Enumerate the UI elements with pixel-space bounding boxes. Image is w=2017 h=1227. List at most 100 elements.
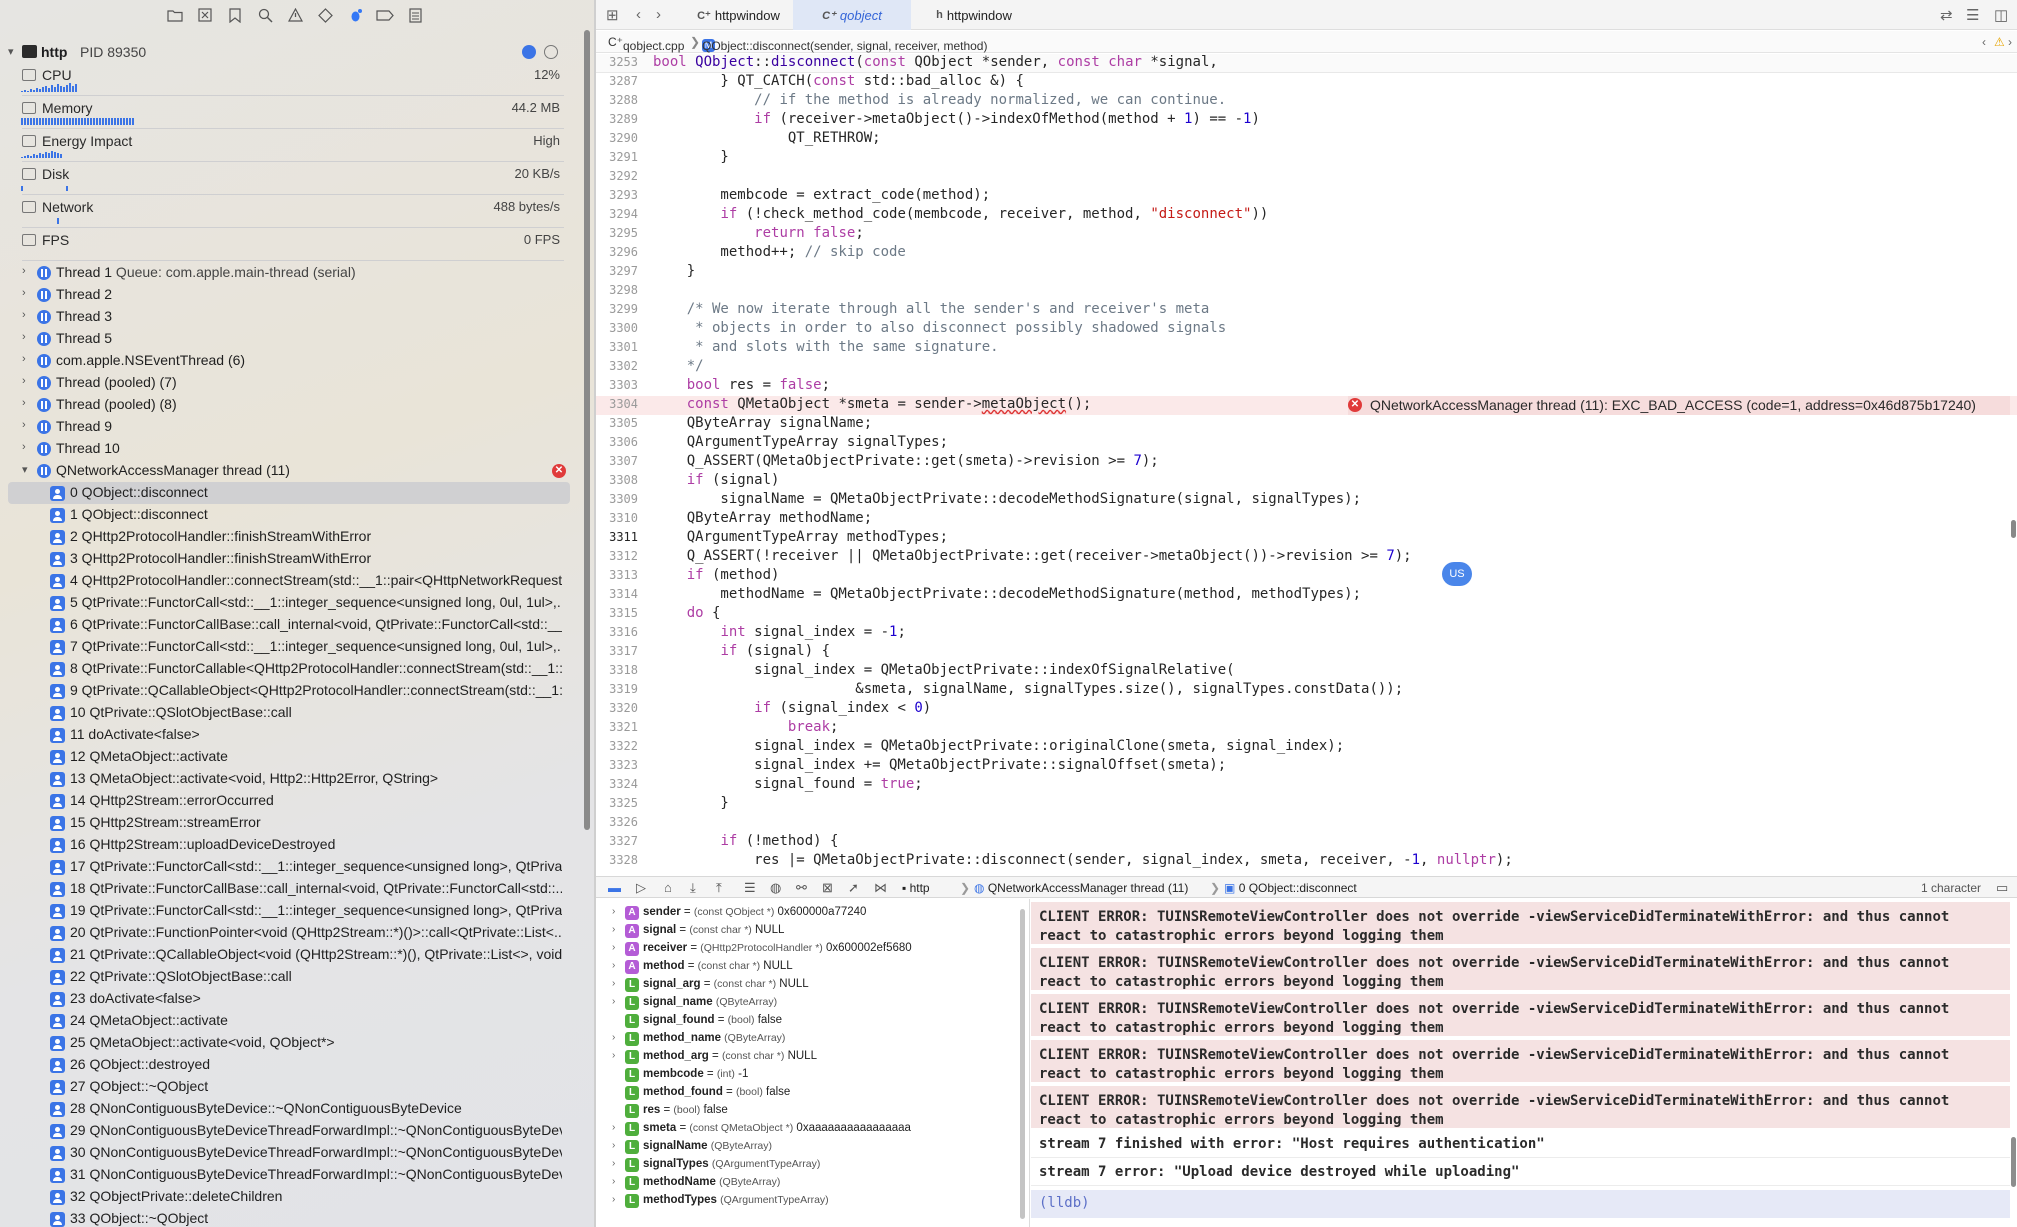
info-icon[interactable] xyxy=(522,45,536,59)
code-line[interactable]: 3315 do { xyxy=(596,605,2017,624)
code-line[interactable]: 3296 method++; // skip code xyxy=(596,244,2017,263)
stack-frame[interactable]: 33 QObject::~QObject xyxy=(0,1208,594,1227)
debug-thread-crumb[interactable]: ◍ QNetworkAccessManager thread (11) xyxy=(974,881,1188,895)
warning-icon[interactable]: ⚠ xyxy=(1994,35,2005,49)
stack-frame[interactable]: 2 QHttp2ProtocolHandler::finishStreamWit… xyxy=(0,526,594,548)
chevron-right-icon[interactable]: › xyxy=(22,265,26,277)
chevron-right-icon[interactable]: › xyxy=(22,375,26,387)
code-line[interactable]: 3328 res |= QMetaObjectPrivate::disconne… xyxy=(596,852,2017,871)
variable-row[interactable]: Lmembcode = (int) -1 xyxy=(596,1066,1030,1084)
stack-frame[interactable]: 8 QtPrivate::FunctorCallable<QHttp2Proto… xyxy=(0,658,594,680)
stack-frame[interactable]: 7 QtPrivate::FunctorCall<std::__1::integ… xyxy=(0,636,594,658)
chevron-right-icon[interactable]: › xyxy=(22,441,26,453)
stack-frame[interactable]: 20 QtPrivate::FunctionPointer<void (QHtt… xyxy=(0,922,594,944)
instruments-icon[interactable]: ⋈ xyxy=(874,880,887,896)
stack-frame[interactable]: 31 QNonContiguousByteDeviceThreadForward… xyxy=(0,1164,594,1186)
code-line[interactable]: 3307 Q_ASSERT(QMetaObjectPrivate::get(sm… xyxy=(596,453,2017,472)
tab-httpwindow-cpp[interactable]: C⁺ httpwindow xyxy=(686,0,791,30)
chevron-right-icon[interactable]: › xyxy=(612,924,615,935)
navigator-scrollbar[interactable] xyxy=(584,30,590,830)
console-scrollbar[interactable] xyxy=(2011,1137,2016,1187)
thread-row[interactable]: ▾ QNetworkAccessManager thread (11) ✕ xyxy=(0,460,594,482)
issue-icon[interactable] xyxy=(286,6,304,24)
jump-file[interactable]: C⁺ qobject.cpp xyxy=(608,35,684,53)
thread-row[interactable]: › Thread 1 Queue: com.apple.main-thread (… xyxy=(0,262,594,284)
code-area[interactable]: 3253 bool QObject::disconnect(const QObje… xyxy=(596,54,2017,876)
previous-issue-icon[interactable]: ‹ xyxy=(1982,35,1986,49)
variable-row[interactable]: › Lsmeta = (const QMetaObject *) 0xaaaaaa… xyxy=(596,1120,1030,1138)
code-line[interactable]: 3293 membcode = extract_code(method); xyxy=(596,187,2017,206)
split-editor-icon[interactable]: ◫ xyxy=(1994,6,2008,24)
variable-row[interactable]: › Lsignal_name (QByteArray) xyxy=(596,994,1030,1012)
chevron-down-icon[interactable]: ▾ xyxy=(22,463,28,476)
code-line[interactable]: 3317 if (signal) { xyxy=(596,643,2017,662)
process-header[interactable]: ▾ http PID 89350 xyxy=(0,42,594,62)
code-line[interactable]: 3305 QByteArray signalName; xyxy=(596,415,2017,434)
stack-frame[interactable]: 15 QHttp2Stream::streamError xyxy=(0,812,594,834)
code-line[interactable]: 3326 xyxy=(596,814,2017,833)
editor-options-icon[interactable]: ☰ xyxy=(1966,6,1979,24)
stack-frame[interactable]: 32 QObjectPrivate::deleteChildren xyxy=(0,1186,594,1208)
chevron-right-icon[interactable]: › xyxy=(612,1140,615,1151)
environment-icon[interactable]: ⚯ xyxy=(796,880,807,896)
debug-icon[interactable] xyxy=(346,6,364,24)
code-line[interactable]: 3310 QByteArray methodName; xyxy=(596,510,2017,529)
bookmark-icon[interactable] xyxy=(226,6,244,24)
code-line[interactable]: 3288 // if the method is already normali… xyxy=(596,92,2017,111)
gauge-memory[interactable]: Memory 44.2 MB xyxy=(0,99,594,129)
variable-row[interactable]: › Lmethod_name (QByteArray) xyxy=(596,1030,1030,1048)
code-line[interactable]: 3306 QArgumentTypeArray signalTypes; xyxy=(596,434,2017,453)
code-line[interactable]: 3289 if (receiver->metaObject()->indexOf… xyxy=(596,111,2017,130)
chevron-right-icon[interactable]: › xyxy=(22,331,26,343)
code-line[interactable]: 3319 &smeta, signalName, signalTypes.siz… xyxy=(596,681,2017,700)
variable-row[interactable]: › LmethodName (QByteArray) xyxy=(596,1174,1030,1192)
chevron-right-icon[interactable]: › xyxy=(612,1176,615,1187)
chevron-right-icon[interactable]: › xyxy=(612,1122,615,1133)
code-line[interactable]: 3309 signalName = QMetaObjectPrivate::de… xyxy=(596,491,2017,510)
step-out-icon[interactable]: ⤒ xyxy=(716,880,722,896)
variable-row[interactable]: › LsignalTypes (QArgumentTypeArray) xyxy=(596,1156,1030,1174)
chevron-right-icon[interactable]: › xyxy=(612,1050,615,1061)
stack-frame[interactable]: 13 QMetaObject::activate<void, Http2::Ht… xyxy=(0,768,594,790)
chevron-right-icon[interactable]: › xyxy=(612,1194,615,1205)
variable-row[interactable]: › Lsignal_arg = (const char *) NULL xyxy=(596,976,1030,994)
thread-row[interactable]: › Thread 10 xyxy=(0,438,594,460)
stack-frame[interactable]: 16 QHttp2Stream::uploadDeviceDestroyed xyxy=(0,834,594,856)
variable-row[interactable]: Lres = (bool) false xyxy=(596,1102,1030,1120)
report-icon[interactable] xyxy=(406,6,424,24)
view-hierarchy-icon[interactable]: ☰ xyxy=(744,880,756,896)
thread-row[interactable]: › Thread 9 xyxy=(0,416,594,438)
code-line[interactable]: 3312 Q_ASSERT(!receiver || QMetaObjectPr… xyxy=(596,548,2017,567)
thread-row[interactable]: › Thread 3 xyxy=(0,306,594,328)
variable-row[interactable]: › LmethodTypes (QArgumentTypeArray) xyxy=(596,1192,1030,1210)
gauge-energy-impact[interactable]: Energy Impact High xyxy=(0,132,594,162)
stack-frame[interactable]: 26 QObject::destroyed xyxy=(0,1054,594,1076)
breakpoint-icon[interactable] xyxy=(376,6,394,24)
chevron-right-icon[interactable]: › xyxy=(22,419,26,431)
error-line[interactable]: 3304 const QMetaObject *smeta = sender->… xyxy=(596,396,2017,415)
stack-frame[interactable]: 3 QHttp2ProtocolHandler::finishStreamWit… xyxy=(0,548,594,570)
code-line[interactable]: 3320 if (signal_index < 0) xyxy=(596,700,2017,719)
stack-frame[interactable]: 30 QNonContiguousByteDeviceThreadForward… xyxy=(0,1142,594,1164)
chevron-right-icon[interactable]: › xyxy=(612,1158,615,1169)
code-line[interactable]: 3322 signal_index = QMetaObjectPrivate::… xyxy=(596,738,2017,757)
memory-graph-icon[interactable]: ◍ xyxy=(770,880,781,896)
code-line[interactable]: 3316 int signal_index = -1; xyxy=(596,624,2017,643)
tab-qobject[interactable]: C⁺ qobject xyxy=(793,0,911,30)
stack-frame[interactable]: 4 QHttp2ProtocolHandler::connectStream(s… xyxy=(0,570,594,592)
code-line[interactable]: 3294 if (!check_method_code(membcode, re… xyxy=(596,206,2017,225)
stack-frame[interactable]: 17 QtPrivate::FunctorCall<std::__1::inte… xyxy=(0,856,594,878)
chevron-right-icon[interactable]: › xyxy=(612,996,615,1007)
code-line[interactable]: 3314 methodName = QMetaObjectPrivate::de… xyxy=(596,586,2017,605)
continue-icon[interactable]: ▷ xyxy=(636,880,646,896)
code-line[interactable]: 3287 } QT_CATCH(const std::bad_alloc &) … xyxy=(596,73,2017,92)
variable-row[interactable]: › Lmethod_arg = (const char *) NULL xyxy=(596,1048,1030,1066)
stack-frame[interactable]: 27 QObject::~QObject xyxy=(0,1076,594,1098)
stack-frame[interactable]: 23 doActivate<false> xyxy=(0,988,594,1010)
gauge-disk[interactable]: Disk 20 KB/s xyxy=(0,165,594,195)
variable-row[interactable]: Lmethod_found = (bool) false xyxy=(596,1084,1030,1102)
code-line[interactable]: 3327 if (!method) { xyxy=(596,833,2017,852)
stack-frame[interactable]: 1 QObject::disconnect xyxy=(0,504,594,526)
source-control-icon[interactable] xyxy=(196,6,214,24)
code-line[interactable]: 3302 */ xyxy=(596,358,2017,377)
